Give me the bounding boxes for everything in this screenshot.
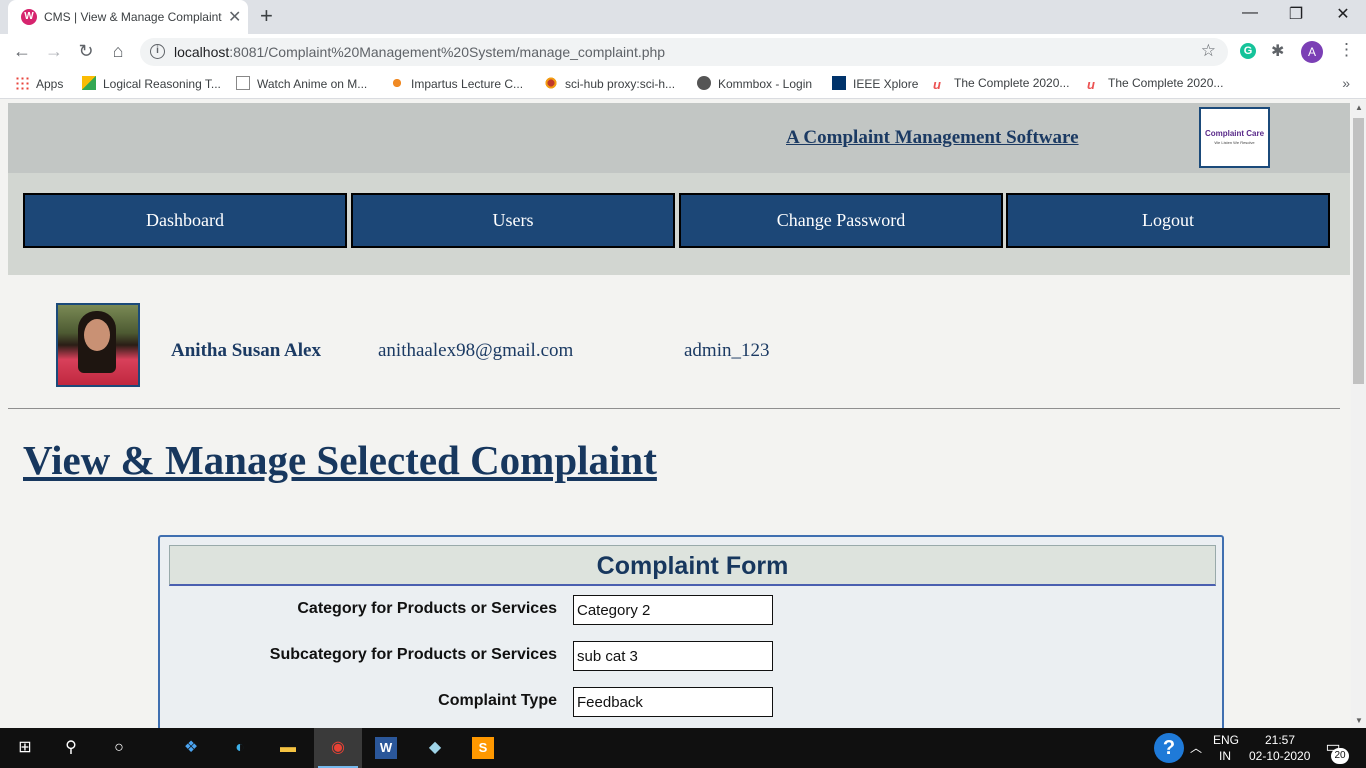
page-title: View & Manage Selected Complaint xyxy=(23,437,657,483)
site-tagline[interactable]: A Complaint Management Software xyxy=(786,127,1079,149)
dropbox-icon[interactable]: ❖ xyxy=(180,737,202,759)
extensions-puzzle-icon[interactable]: ✱ xyxy=(1271,41,1284,61)
user-username: admin_123 xyxy=(684,340,770,361)
category-label: Category for Products or Services xyxy=(297,600,557,617)
reload-icon[interactable]: ↻ xyxy=(74,41,98,62)
scihub-eye-icon xyxy=(544,76,558,90)
form-title: Complaint Form xyxy=(596,552,789,580)
address-bar[interactable]: i localhost:8081/Complaint%20Management%… xyxy=(140,38,1228,66)
scroll-thumb[interactable] xyxy=(1353,118,1364,384)
language-indicator-bottom[interactable]: IN xyxy=(1219,749,1231,763)
udemy-icon: u xyxy=(933,77,941,92)
impartus-icon xyxy=(390,76,404,90)
bookmark-apps[interactable]: Apps xyxy=(15,76,63,91)
word-icon[interactable]: W xyxy=(375,737,397,759)
apps-grid-icon xyxy=(15,76,29,90)
windows-taskbar: ⊞ ⚲ ○ ❖ ◐ ▬ ◉ W ◆ S ? ︿ ENG IN 21:57 02-… xyxy=(0,728,1366,768)
clock-date[interactable]: 02-10-2020 xyxy=(1249,749,1310,763)
nav-logout[interactable]: Logout xyxy=(1006,193,1330,248)
language-indicator-top[interactable]: ENG xyxy=(1213,733,1239,747)
bookmark-complete-2020-b[interactable]: u The Complete 2020... xyxy=(1087,76,1223,92)
chrome-icon: ◉ xyxy=(331,739,345,756)
section-divider xyxy=(8,408,1340,409)
subcategory-input[interactable] xyxy=(573,641,773,671)
search-icon[interactable]: ⚲ xyxy=(60,737,82,759)
user-profile-row: Anitha Susan Alex anithaalex98@gmail.com… xyxy=(0,303,1350,387)
bookmark-logical-reasoning[interactable]: Logical Reasoning T... xyxy=(82,76,221,91)
complaint-form: Complaint Form Category for Products or … xyxy=(158,535,1224,728)
site-favicon-icon: W xyxy=(21,9,37,25)
user-avatar xyxy=(56,303,140,387)
window-close-icon[interactable]: ✕ xyxy=(1320,4,1366,24)
bookmark-kommbox[interactable]: Kommbox - Login xyxy=(697,76,812,91)
browser-menu-icon[interactable]: ⋮ xyxy=(1338,40,1355,60)
edge-icon[interactable]: ◐ xyxy=(229,737,251,759)
bookmark-watch-anime[interactable]: Watch Anime on M... xyxy=(236,76,367,91)
bookmark-scihub[interactable]: sci-hub proxy:sci-h... xyxy=(544,76,675,91)
category-input[interactable] xyxy=(573,595,773,625)
user-name: Anitha Susan Alex xyxy=(171,340,321,361)
tab-close-icon[interactable]: ✕ xyxy=(228,7,241,27)
page-scrollbar[interactable]: ▲ ▼ xyxy=(1351,100,1366,728)
task-view-icon[interactable]: ○ xyxy=(108,737,130,759)
browser-tab[interactable]: W CMS | View & Manage Complaint ✕ xyxy=(8,0,248,34)
notification-count-badge: 20 xyxy=(1331,748,1349,764)
url-text[interactable]: localhost:8081/Complaint%20Management%20… xyxy=(174,44,665,60)
scroll-up-arrow-icon[interactable]: ▲ xyxy=(1355,103,1363,112)
windows-start-icon[interactable]: ⊞ xyxy=(14,737,36,759)
subcategory-label: Subcategory for Products or Services xyxy=(269,646,557,663)
globe-icon xyxy=(697,76,711,90)
restore-icon[interactable]: ❐ xyxy=(1273,4,1319,24)
url-path: :8081/Complaint%20Management%20System/ma… xyxy=(229,44,666,60)
form-header: Complaint Form xyxy=(169,545,1216,586)
tab-strip: W CMS | View & Manage Complaint ✕ + — ❐ … xyxy=(0,0,1366,34)
avatar-face xyxy=(84,319,110,351)
nav-change-password[interactable]: Change Password xyxy=(679,193,1003,248)
clock-time[interactable]: 21:57 xyxy=(1265,733,1295,747)
main-nav: Dashboard Users Change Password Logout xyxy=(8,173,1350,275)
nav-dashboard[interactable]: Dashboard xyxy=(23,193,347,248)
forward-icon[interactable]: → xyxy=(42,41,66,62)
site-logo[interactable]: Complaint Care We Listen We Resolve xyxy=(1199,107,1270,168)
bookmarks-bar: Apps Logical Reasoning T... Watch Anime … xyxy=(0,70,1366,99)
bookmark-ieee[interactable]: IEEE Xplore xyxy=(832,76,918,91)
complaint-type-input[interactable] xyxy=(573,687,773,717)
tab-title: CMS | View & Manage Complaint xyxy=(44,10,222,24)
help-icon[interactable]: ? xyxy=(1154,733,1184,763)
grammarly-extension-icon[interactable]: G xyxy=(1240,43,1256,59)
udemy-icon: u xyxy=(1087,77,1095,92)
new-tab-icon[interactable]: + xyxy=(260,3,273,29)
file-explorer-icon[interactable]: ▬ xyxy=(277,737,299,759)
home-icon[interactable]: ⌂ xyxy=(106,41,130,62)
tray-chevron-icon[interactable]: ︿ xyxy=(1185,737,1207,759)
notes-app-icon[interactable]: ◆ xyxy=(424,737,446,759)
profile-avatar[interactable]: A xyxy=(1301,41,1323,63)
site-info-icon[interactable]: i xyxy=(150,44,165,59)
back-icon[interactable]: ← xyxy=(10,41,34,62)
bookmark-complete-2020-a[interactable]: u The Complete 2020... xyxy=(933,76,1069,92)
logo-subtext: We Listen We Resolve xyxy=(1214,140,1255,145)
page-viewport: A Complaint Management Software Complain… xyxy=(0,100,1366,728)
nav-users[interactable]: Users xyxy=(351,193,675,248)
user-email: anithaalex98@gmail.com xyxy=(378,340,574,361)
url-host: localhost xyxy=(174,44,230,60)
complaint-type-label: Complaint Type xyxy=(438,692,557,709)
site-header: A Complaint Management Software Complain… xyxy=(8,103,1350,173)
ieee-icon xyxy=(832,76,846,90)
browser-toolbar: ← → ↻ ⌂ i localhost:8081/Complaint%20Man… xyxy=(0,34,1366,70)
page-icon xyxy=(236,76,250,90)
drive-icon xyxy=(82,76,96,90)
minimize-icon[interactable]: — xyxy=(1227,4,1273,22)
more-bookmarks-icon[interactable]: » xyxy=(1342,75,1350,91)
sublime-text-icon[interactable]: S xyxy=(472,737,494,759)
chrome-taskbar-slot[interactable]: ◉ xyxy=(314,728,362,768)
scroll-down-arrow-icon[interactable]: ▼ xyxy=(1355,716,1363,725)
bookmark-star-icon[interactable]: ☆ xyxy=(1201,41,1216,61)
bookmark-impartus[interactable]: Impartus Lecture C... xyxy=(390,76,523,91)
logo-text: Complaint Care xyxy=(1204,129,1265,138)
